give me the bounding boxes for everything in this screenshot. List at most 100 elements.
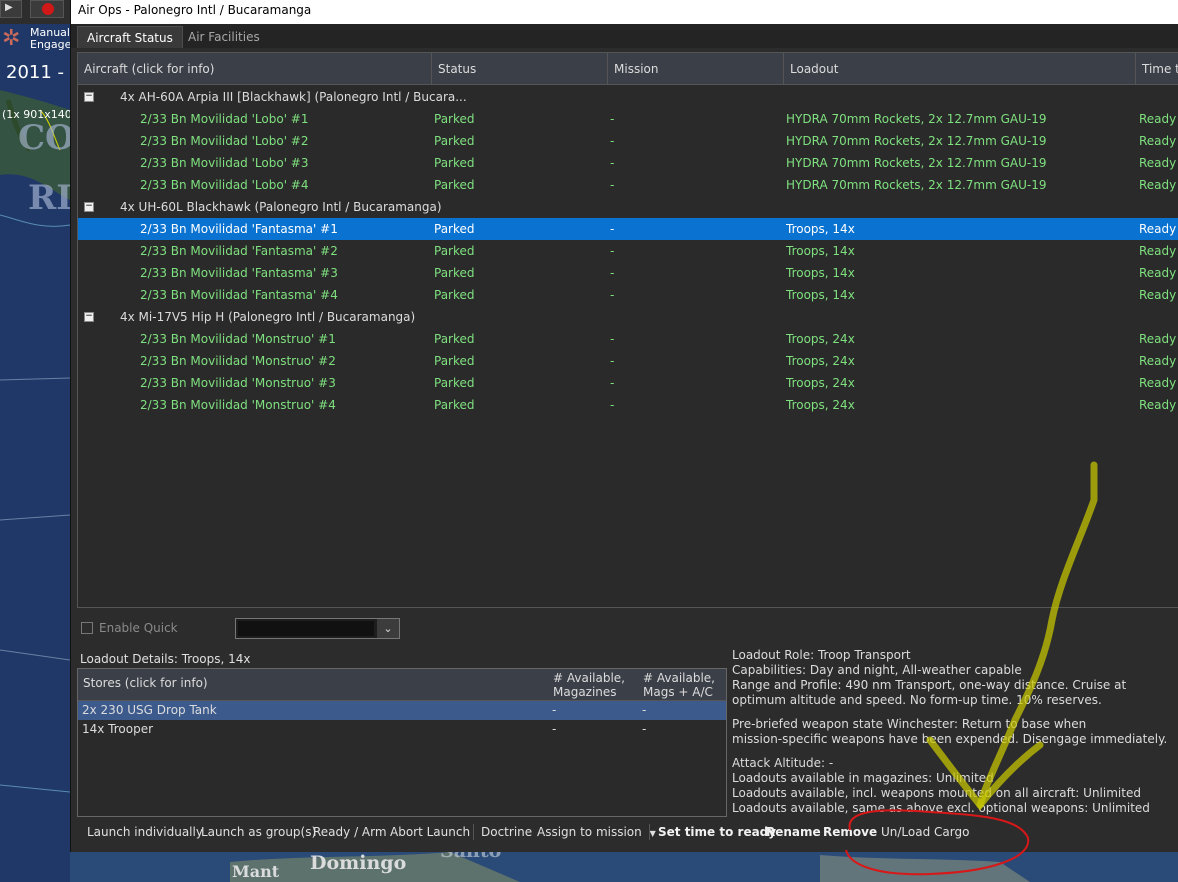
play-button[interactable]: ▶ bbox=[0, 0, 22, 18]
aircraft-loadout: Troops, 14x bbox=[786, 288, 855, 302]
aircraft-row[interactable]: 2/33 Bn Movilidad 'Lobo' #3 Parked - HYD… bbox=[78, 152, 1178, 174]
window-title: Air Ops - Palonegro Intl / Bucaramanga bbox=[78, 3, 312, 17]
aircraft-loadout: HYDRA 70mm Rockets, 2x 12.7mm GAU-19 bbox=[786, 134, 1047, 148]
window-titlebar[interactable]: Air Ops - Palonegro Intl / Bucaramanga bbox=[71, 0, 1178, 24]
aircraft-row[interactable]: 2/33 Bn Movilidad 'Monstruo' #2 Parked -… bbox=[78, 350, 1178, 372]
set-time-to-ready-button[interactable]: Set time to ready bbox=[658, 820, 776, 844]
collapse-icon[interactable]: − bbox=[84, 92, 94, 102]
col-available-mags-ac[interactable]: # Available, Mags + A/C bbox=[638, 669, 726, 701]
col-available-magazines[interactable]: # Available, Magazines bbox=[548, 669, 638, 701]
aircraft-row[interactable]: 2/33 Bn Movilidad 'Fantasma' #2 Parked -… bbox=[78, 240, 1178, 262]
map-label-co: CO bbox=[18, 118, 75, 158]
collapse-icon[interactable]: − bbox=[84, 202, 94, 212]
stores-row-selected[interactable]: 2x 230 USG Drop Tank - - bbox=[78, 701, 726, 720]
aircraft-row[interactable]: 2/33 Bn Movilidad 'Monstruo' #1 Parked -… bbox=[78, 328, 1178, 350]
col-aircraft[interactable]: Aircraft (click for info) bbox=[78, 53, 432, 85]
col-mission[interactable]: Mission bbox=[608, 53, 784, 85]
aircraft-mission: - bbox=[610, 156, 615, 170]
store-available-ac: - bbox=[642, 703, 647, 717]
aircraft-loadout: HYDRA 70mm Rockets, 2x 12.7mm GAU-19 bbox=[786, 178, 1047, 192]
aircraft-status: Parked bbox=[434, 398, 475, 412]
aircraft-loadout: HYDRA 70mm Rockets, 2x 12.7mm GAU-19 bbox=[786, 156, 1047, 170]
loadout-info-panel: Loadout Role: Troop Transport Capabiliti… bbox=[732, 648, 1172, 820]
aircraft-status: Parked bbox=[434, 134, 475, 148]
info-role: Loadout Role: Troop Transport bbox=[732, 648, 911, 662]
aircraft-time: Ready bbox=[1139, 178, 1177, 192]
group-row-uh60[interactable]: − 4x UH-60L Blackhawk (Palonegro Intl / … bbox=[78, 196, 1178, 218]
aircraft-status: Parked bbox=[434, 332, 475, 346]
col-time-to[interactable]: Time to bbox=[1136, 53, 1178, 85]
abort-launch-button[interactable]: Abort Launch bbox=[390, 820, 470, 844]
map-toolbar: ▶ bbox=[0, 0, 70, 24]
store-available-mag: - bbox=[552, 703, 557, 717]
info-attack-altitude: Attack Altitude: - bbox=[732, 756, 834, 770]
aircraft-mission: - bbox=[610, 398, 615, 412]
aircraft-row[interactable]: 2/33 Bn Movilidad 'Monstruo' #3 Parked -… bbox=[78, 372, 1178, 394]
tab-aircraft-status[interactable]: Aircraft Status bbox=[77, 26, 183, 48]
aircraft-name: 2/33 Bn Movilidad 'Lobo' #1 bbox=[140, 112, 309, 126]
aircraft-grid[interactable]: Aircraft (click for info) Status Mission… bbox=[77, 52, 1178, 608]
engage-label: Engage bbox=[30, 38, 72, 51]
quick-combo[interactable]: ⌄ bbox=[235, 618, 400, 639]
doctrine-button[interactable]: Doctrine bbox=[481, 820, 532, 844]
stores-row[interactable]: 14x Trooper - - bbox=[78, 720, 726, 739]
assign-to-mission-label: Assign to mission bbox=[537, 825, 642, 839]
enable-quick-label: Enable Quick bbox=[99, 621, 178, 635]
group-name: 4x AH-60A Arpia III [Blackhawk] (Paloneg… bbox=[120, 90, 467, 104]
aircraft-row[interactable]: 2/33 Bn Movilidad 'Monstruo' #4 Parked -… bbox=[78, 394, 1178, 416]
aircraft-time: Ready bbox=[1139, 266, 1177, 280]
collapse-icon[interactable]: − bbox=[84, 312, 94, 322]
launch-as-group-button[interactable]: Launch as group(s) bbox=[201, 820, 316, 844]
aircraft-row[interactable]: 2/33 Bn Movilidad 'Lobo' #1 Parked - HYD… bbox=[78, 108, 1178, 130]
remove-button[interactable]: Remove bbox=[823, 820, 877, 844]
aircraft-status: Parked bbox=[434, 288, 475, 302]
aircraft-mission: - bbox=[610, 178, 615, 192]
aircraft-status: Parked bbox=[434, 244, 475, 258]
aircraft-name: 2/33 Bn Movilidad 'Monstruo' #1 bbox=[140, 332, 336, 346]
aircraft-row[interactable]: 2/33 Bn Movilidad 'Lobo' #2 Parked - HYD… bbox=[78, 130, 1178, 152]
chevron-down-icon[interactable]: ⌄ bbox=[377, 619, 399, 638]
aircraft-row[interactable]: 2/33 Bn Movilidad 'Fantasma' #3 Parked -… bbox=[78, 262, 1178, 284]
aircraft-loadout: Troops, 24x bbox=[786, 398, 855, 412]
ready-arm-button[interactable]: Ready / Arm bbox=[313, 820, 387, 844]
aircraft-mission: - bbox=[610, 266, 615, 280]
enable-quick-checkbox[interactable] bbox=[81, 622, 93, 634]
aircraft-status: Parked bbox=[434, 178, 475, 192]
aircraft-row-selected[interactable]: 2/33 Bn Movilidad 'Fantasma' #1 Parked -… bbox=[78, 218, 1178, 240]
stores-table[interactable]: Stores (click for info) # Available, Mag… bbox=[77, 668, 727, 817]
toolbar-divider bbox=[473, 824, 474, 840]
tab-strip: Aircraft Status Air Facilities bbox=[71, 24, 1178, 48]
info-available-1: Loadouts available in magazines: Unlimit… bbox=[732, 771, 994, 785]
record-button[interactable] bbox=[30, 0, 64, 18]
aircraft-name: 2/33 Bn Movilidad 'Monstruo' #3 bbox=[140, 376, 336, 390]
info-available-3: Loadouts available, same as above excl. … bbox=[732, 801, 1150, 815]
aircraft-loadout: Troops, 14x bbox=[786, 244, 855, 258]
aircraft-time: Ready bbox=[1139, 332, 1177, 346]
rename-button[interactable]: Rename bbox=[766, 820, 821, 844]
aircraft-time: Ready bbox=[1139, 354, 1177, 368]
aircraft-mission: - bbox=[610, 332, 615, 346]
manual-engage-button[interactable]: ✲ Manual Engage bbox=[0, 26, 72, 52]
store-name: 14x Trooper bbox=[82, 722, 154, 736]
aircraft-name: 2/33 Bn Movilidad 'Fantasma' #4 bbox=[140, 288, 338, 302]
store-available-mag: - bbox=[552, 722, 557, 736]
aircraft-status: Parked bbox=[434, 266, 475, 280]
tab-air-facilities[interactable]: Air Facilities bbox=[179, 26, 269, 48]
aircraft-name: 2/33 Bn Movilidad 'Fantasma' #2 bbox=[140, 244, 338, 258]
unload-cargo-button[interactable]: Un/Load Cargo bbox=[881, 820, 969, 844]
aircraft-loadout: Troops, 14x bbox=[786, 266, 855, 280]
action-toolbar: Launch individually Launch as group(s) R… bbox=[77, 820, 1178, 844]
assign-to-mission-button[interactable]: Assign to mission ▼ bbox=[537, 820, 656, 844]
group-row-ah60[interactable]: − 4x AH-60A Arpia III [Blackhawk] (Palon… bbox=[78, 86, 1178, 108]
col-stores[interactable]: Stores (click for info) bbox=[78, 669, 548, 701]
launch-individually-button[interactable]: Launch individually bbox=[87, 820, 203, 844]
col-loadout[interactable]: Loadout bbox=[784, 53, 1136, 85]
group-name: 4x Mi-17V5 Hip H (Palonegro Intl / Bucar… bbox=[120, 310, 416, 324]
group-row-mi17[interactable]: − 4x Mi-17V5 Hip H (Palonegro Intl / Buc… bbox=[78, 306, 1178, 328]
aircraft-mission: - bbox=[610, 288, 615, 302]
aircraft-row[interactable]: 2/33 Bn Movilidad 'Fantasma' #4 Parked -… bbox=[78, 284, 1178, 306]
aircraft-mission: - bbox=[610, 244, 615, 258]
aircraft-name: 2/33 Bn Movilidad 'Lobo' #4 bbox=[140, 178, 309, 192]
col-status[interactable]: Status bbox=[432, 53, 608, 85]
aircraft-row[interactable]: 2/33 Bn Movilidad 'Lobo' #4 Parked - HYD… bbox=[78, 174, 1178, 196]
